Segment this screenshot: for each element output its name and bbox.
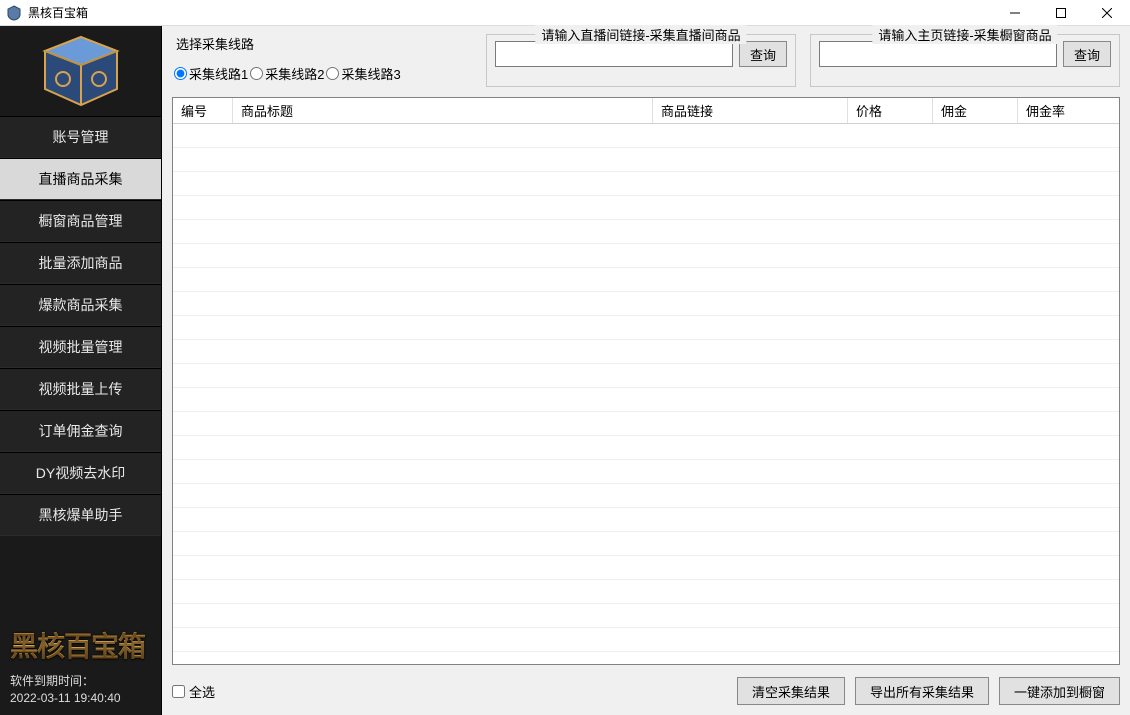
chest-icon [31, 31, 131, 111]
table-row [173, 172, 1119, 196]
export-results-button[interactable]: 导出所有采集结果 [855, 677, 989, 705]
table-row [173, 196, 1119, 220]
main-panel: 选择采集线路 采集线路1 采集线路2 采集线路3 [162, 26, 1130, 715]
results-table: 编号 商品标题 商品链接 价格 佣金 佣金率 [172, 97, 1120, 665]
live-link-group: 请输入直播间链接-采集直播间商品 查询 [486, 34, 796, 87]
table-row [173, 628, 1119, 652]
select-all-input[interactable] [172, 685, 185, 698]
sidebar-item-video-manage[interactable]: 视频批量管理 [0, 326, 161, 368]
expiry-label: 软件到期时间： [10, 674, 94, 688]
route-radio-1[interactable] [174, 67, 187, 80]
table-row [173, 436, 1119, 460]
home-query-button[interactable]: 查询 [1063, 41, 1111, 67]
add-to-window-button[interactable]: 一键添加到橱窗 [999, 677, 1120, 705]
route-radio-3[interactable] [326, 67, 339, 80]
expiry-value: 2022-03-11 19:40:40 [10, 691, 121, 705]
col-id[interactable]: 编号 [173, 98, 233, 123]
table-row [173, 412, 1119, 436]
titlebar: 黑核百宝箱 [0, 0, 1130, 26]
table-row [173, 292, 1119, 316]
expiry-info: 软件到期时间： 2022-03-11 19:40:40 [0, 669, 161, 715]
table-row [173, 268, 1119, 292]
sidebar-item-batch-add[interactable]: 批量添加商品 [0, 242, 161, 284]
col-link[interactable]: 商品链接 [653, 98, 848, 123]
sidebar-item-window-manage[interactable]: 橱窗商品管理 [0, 200, 161, 242]
sidebar: 账号管理 直播商品采集 橱窗商品管理 批量添加商品 爆款商品采集 视频批量管理 … [0, 26, 162, 715]
table-row [173, 580, 1119, 604]
table-row [173, 388, 1119, 412]
home-link-group: 请输入主页链接-采集橱窗商品 查询 [810, 34, 1120, 87]
top-panel: 选择采集线路 采集线路1 采集线路2 采集线路3 [162, 26, 1130, 97]
maximize-button[interactable] [1038, 0, 1084, 26]
sidebar-item-order-helper[interactable]: 黑核爆单助手 [0, 494, 161, 536]
table-row [173, 484, 1119, 508]
table-row [173, 148, 1119, 172]
sidebar-item-commission[interactable]: 订单佣金查询 [0, 410, 161, 452]
sidebar-item-account[interactable]: 账号管理 [0, 116, 161, 158]
table-row [173, 316, 1119, 340]
brand-text: 黑核百宝箱 [10, 625, 151, 665]
col-title[interactable]: 商品标题 [233, 98, 653, 123]
table-row [173, 364, 1119, 388]
sidebar-item-live-collect[interactable]: 直播商品采集 [0, 158, 161, 200]
sidebar-item-hot-collect[interactable]: 爆款商品采集 [0, 284, 161, 326]
table-row [173, 604, 1119, 628]
app-icon [6, 5, 22, 21]
select-all-checkbox[interactable]: 全选 [172, 682, 215, 701]
table-row [173, 220, 1119, 244]
table-header: 编号 商品标题 商品链接 价格 佣金 佣金率 [173, 98, 1119, 124]
table-row [173, 532, 1119, 556]
table-body [173, 124, 1119, 652]
sidebar-item-video-upload[interactable]: 视频批量上传 [0, 368, 161, 410]
live-link-input[interactable] [495, 41, 733, 67]
table-row [173, 124, 1119, 148]
brand-box: 黑核百宝箱 [0, 617, 161, 669]
route-radio-2[interactable] [250, 67, 263, 80]
col-price[interactable]: 价格 [848, 98, 933, 123]
table-row [173, 556, 1119, 580]
close-button[interactable] [1084, 0, 1130, 26]
route-option-1[interactable]: 采集线路1 [174, 64, 248, 83]
col-rate[interactable]: 佣金率 [1018, 98, 1119, 123]
route-group: 选择采集线路 采集线路1 采集线路2 采集线路3 [172, 34, 472, 87]
home-link-input[interactable] [819, 41, 1057, 67]
live-query-button[interactable]: 查询 [739, 41, 787, 67]
table-row [173, 244, 1119, 268]
route-option-3[interactable]: 采集线路3 [326, 64, 400, 83]
table-row [173, 460, 1119, 484]
live-group-title: 请输入直播间链接-采集直播间商品 [535, 25, 746, 44]
window-controls [992, 0, 1130, 26]
table-row [173, 340, 1119, 364]
clear-results-button[interactable]: 清空采集结果 [737, 677, 845, 705]
minimize-button[interactable] [992, 0, 1038, 26]
home-group-title: 请输入主页链接-采集橱窗商品 [872, 25, 1057, 44]
route-label: 选择采集线路 [174, 34, 470, 59]
table-row [173, 508, 1119, 532]
bottom-bar: 全选 清空采集结果 导出所有采集结果 一键添加到橱窗 [162, 671, 1130, 715]
sidebar-item-watermark[interactable]: DY视频去水印 [0, 452, 161, 494]
route-option-2[interactable]: 采集线路2 [250, 64, 324, 83]
logo-box [0, 26, 161, 116]
window-title: 黑核百宝箱 [28, 4, 88, 21]
col-commission[interactable]: 佣金 [933, 98, 1018, 123]
